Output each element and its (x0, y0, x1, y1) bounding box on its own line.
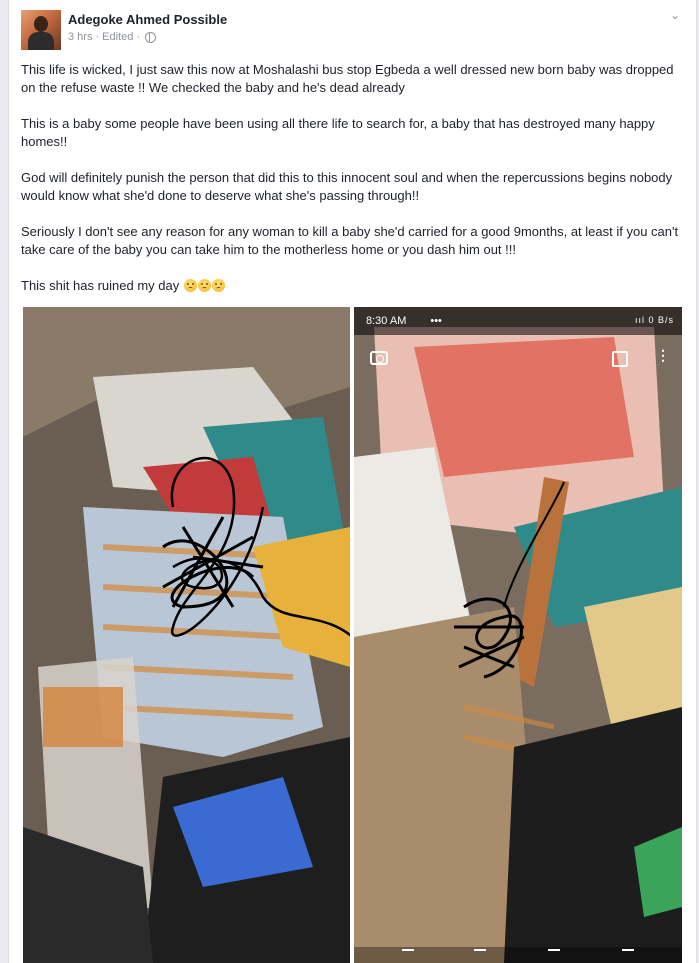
status-extra: ••• (430, 315, 442, 327)
post-time[interactable]: 3 hrs (68, 31, 92, 43)
post-meta: 3 hrs · Edited · (68, 31, 157, 43)
meta-separator-2: · (136, 31, 141, 43)
edited-label[interactable]: Edited (102, 31, 133, 43)
photo-left-image (23, 307, 350, 963)
post-paragraph: Seriously I don't see any reason for any… (21, 224, 679, 257)
sad-emoji-icon (197, 279, 211, 292)
status-time: 8:30 AM (366, 315, 407, 327)
edit-icon[interactable] (474, 949, 486, 961)
share-icon[interactable] (402, 949, 414, 961)
post-paragraph: This is a baby some people have been usi… (21, 116, 655, 149)
post-last-line-text: This shit has ruined my day (21, 278, 180, 293)
meta-separator: · (95, 31, 100, 43)
post-last-line: This shit has ruined my day (21, 277, 681, 295)
more-vert-icon[interactable]: ⋮ (656, 348, 670, 367)
delete-icon[interactable] (622, 949, 634, 961)
chevron-down-icon[interactable]: ⌄ (668, 8, 682, 22)
post-card: Adegoke Ahmed Possible 3 hrs · Edited · … (8, 0, 697, 963)
sad-emoji-icon (183, 279, 197, 292)
gallery-icon[interactable] (612, 351, 628, 367)
post-paragraph: God will definitely punish the person th… (21, 170, 673, 203)
author-name[interactable]: Adegoke Ahmed Possible (68, 12, 227, 27)
photo-right-image (354, 307, 682, 963)
post-paragraph: This life is wicked, I just saw this now… (21, 62, 674, 95)
photo-viewer-toolbar (354, 947, 682, 963)
status-icons: ııl 0 B/s (634, 315, 674, 325)
sad-emoji-icon (211, 279, 225, 292)
avatar-head (34, 16, 48, 32)
info-icon[interactable] (548, 949, 560, 961)
status-bar: 8:30 AM ••• ııl 0 B/s (354, 307, 682, 335)
avatar-body (28, 32, 54, 50)
camera-icon[interactable] (370, 351, 388, 365)
photo-right[interactable]: 8:30 AM ••• ııl 0 B/s ⋮ (354, 307, 682, 963)
avatar[interactable] (21, 10, 61, 50)
photo-collage: 8:30 AM ••• ııl 0 B/s ⋮ (23, 307, 682, 963)
globe-icon[interactable] (145, 31, 157, 43)
post-text: This life is wicked, I just saw this now… (21, 61, 681, 313)
photo-left[interactable] (23, 307, 350, 963)
